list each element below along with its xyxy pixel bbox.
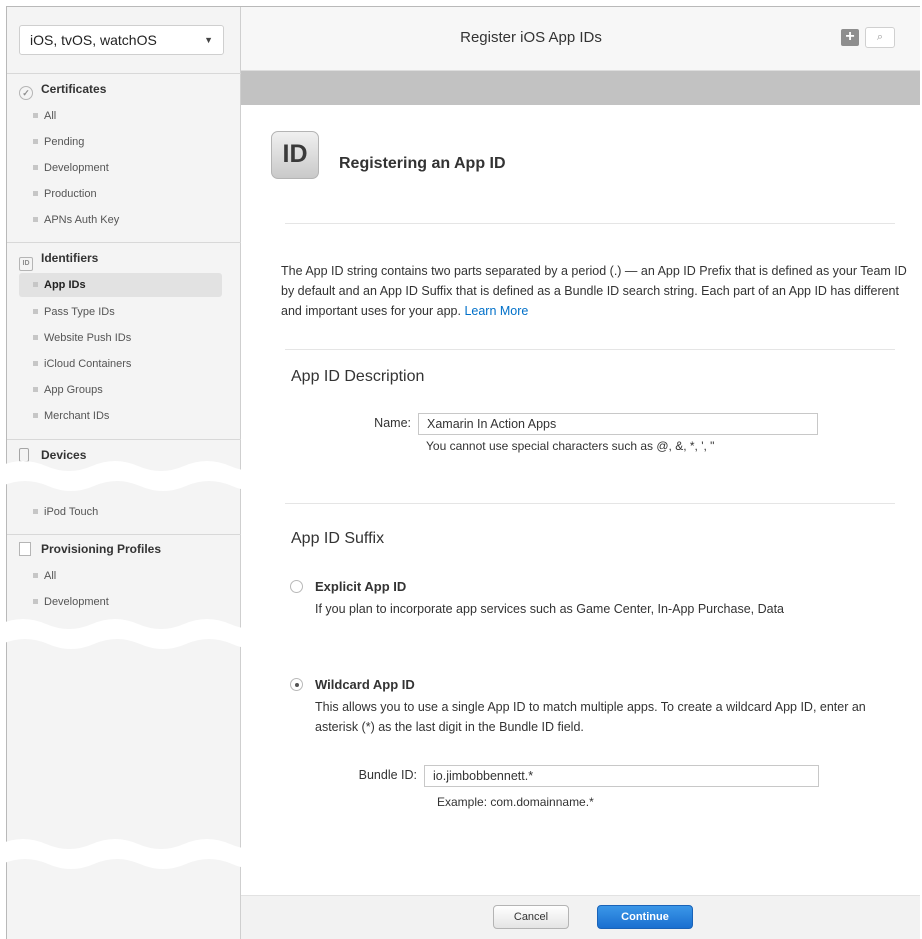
divider <box>285 349 895 350</box>
explicit-app-id-title: Explicit App ID <box>315 579 407 594</box>
sidebar-item-label: All <box>44 570 57 582</box>
bundle-id-label: Bundle ID: <box>358 768 417 782</box>
name-hint: You cannot use special characters such a… <box>426 439 715 453</box>
sidebar-item-merchant-ids[interactable]: Merchant IDs <box>19 404 222 428</box>
header-band <box>241 71 920 105</box>
section-certificates-label: Certificates <box>41 82 107 96</box>
sidebar-item-profiles-development[interactable]: Development <box>19 590 222 614</box>
section-identifiers-label: Identifiers <box>41 251 99 265</box>
page-title: Register iOS App IDs <box>460 29 602 46</box>
form-footer: Cancel Continue <box>241 895 920 939</box>
bundle-id-field[interactable] <box>424 765 819 787</box>
sidebar-item-label: APNs Auth Key <box>44 214 120 226</box>
sidebar: iOS, tvOS, watchOS ▼ ✓ Certificates All P… <box>7 7 241 939</box>
sidebar-item-production[interactable]: Production <box>19 182 222 206</box>
search-icon[interactable]: ⌕ <box>865 27 895 48</box>
app-id-icon: ID <box>271 131 319 179</box>
sidebar-item-label: All <box>44 110 57 122</box>
app-id-suffix-title: App ID Suffix <box>291 530 385 547</box>
certificate-icon: ✓ <box>19 86 33 100</box>
divider <box>7 534 241 535</box>
platform-select[interactable]: iOS, tvOS, watchOS ▼ <box>19 25 224 55</box>
section-devices[interactable]: Devices <box>19 446 86 464</box>
sidebar-item-development[interactable]: Development <box>19 156 222 180</box>
wildcard-app-id-title: Wildcard App ID <box>315 677 415 692</box>
section-devices-label: Devices <box>41 448 87 462</box>
divider <box>7 242 241 243</box>
divider <box>285 503 895 504</box>
learn-more-link[interactable]: Learn More <box>464 304 528 318</box>
sidebar-item-certificates-all[interactable]: All <box>19 104 222 128</box>
registering-heading: Registering an App ID <box>339 155 506 172</box>
bundle-id-example: Example: com.domainname.* <box>437 795 594 809</box>
section-provisioning-label: Provisioning Profiles <box>41 542 162 556</box>
sidebar-item-label: Development <box>44 162 109 174</box>
main-content: ID Registering an App ID The App ID stri… <box>241 105 920 895</box>
sidebar-item-ipod-touch[interactable]: iPod Touch <box>19 500 222 524</box>
document-icon <box>19 542 31 556</box>
sidebar-item-profiles-all[interactable]: All <box>19 564 222 588</box>
sidebar-item-label: App IDs <box>44 279 86 291</box>
divider <box>7 73 241 74</box>
sidebar-item-app-groups[interactable]: App Groups <box>19 378 222 402</box>
sidebar-item-icloud-containers[interactable]: iCloud Containers <box>19 352 222 376</box>
name-label: Name: <box>374 416 411 430</box>
sidebar-item-label: Website Push IDs <box>44 332 132 344</box>
sidebar-item-label: Pass Type IDs <box>44 306 115 318</box>
wildcard-app-id-description: This allows you to use a single App ID t… <box>315 700 866 734</box>
sidebar-item-label: App Groups <box>44 384 103 396</box>
sidebar-item-label: Pending <box>44 136 85 148</box>
device-icon <box>19 448 29 462</box>
name-field[interactable] <box>418 413 818 435</box>
divider <box>285 223 895 224</box>
wildcard-app-id-radio[interactable] <box>290 678 303 691</box>
header-bar: Register iOS App IDs + ⌕ <box>241 7 920 71</box>
sidebar-item-pending[interactable]: Pending <box>19 130 222 154</box>
sidebar-item-label: Production <box>44 188 97 200</box>
intro-paragraph: The App ID string contains two parts sep… <box>281 261 911 321</box>
platform-select-value: iOS, tvOS, watchOS <box>30 32 157 48</box>
sidebar-item-label: Development <box>44 596 109 608</box>
plus-icon[interactable]: + <box>841 29 859 46</box>
cancel-button[interactable]: Cancel <box>493 905 569 929</box>
sidebar-item-website-push-ids[interactable]: Website Push IDs <box>19 326 222 350</box>
section-provisioning-profiles[interactable]: Provisioning Profiles <box>19 540 161 558</box>
continue-button[interactable]: Continue <box>597 905 693 929</box>
sidebar-item-app-ids[interactable]: App IDs <box>19 273 222 297</box>
sidebar-item-pass-type-ids[interactable]: Pass Type IDs <box>19 300 222 324</box>
chevron-down-icon: ▼ <box>204 35 213 45</box>
id-badge-icon: ID <box>19 257 33 271</box>
app-id-description-title: App ID Description <box>291 368 425 385</box>
section-identifiers[interactable]: ID Identifiers <box>19 249 99 271</box>
sidebar-item-label: iCloud Containers <box>44 358 132 370</box>
sidebar-item-apns-auth-key[interactable]: APNs Auth Key <box>19 208 222 232</box>
explicit-app-id-radio[interactable] <box>290 580 303 593</box>
divider <box>7 439 241 440</box>
explicit-app-id-description: If you plan to incorporate app services … <box>315 602 785 616</box>
intro-text: The App ID string contains two parts sep… <box>281 264 907 318</box>
developer-portal-window: iOS, tvOS, watchOS ▼ ✓ Certificates All P… <box>6 6 920 939</box>
section-certificates[interactable]: ✓ Certificates <box>19 80 107 100</box>
sidebar-item-label: Merchant IDs <box>44 410 110 422</box>
sidebar-item-label: iPod Touch <box>44 506 99 518</box>
